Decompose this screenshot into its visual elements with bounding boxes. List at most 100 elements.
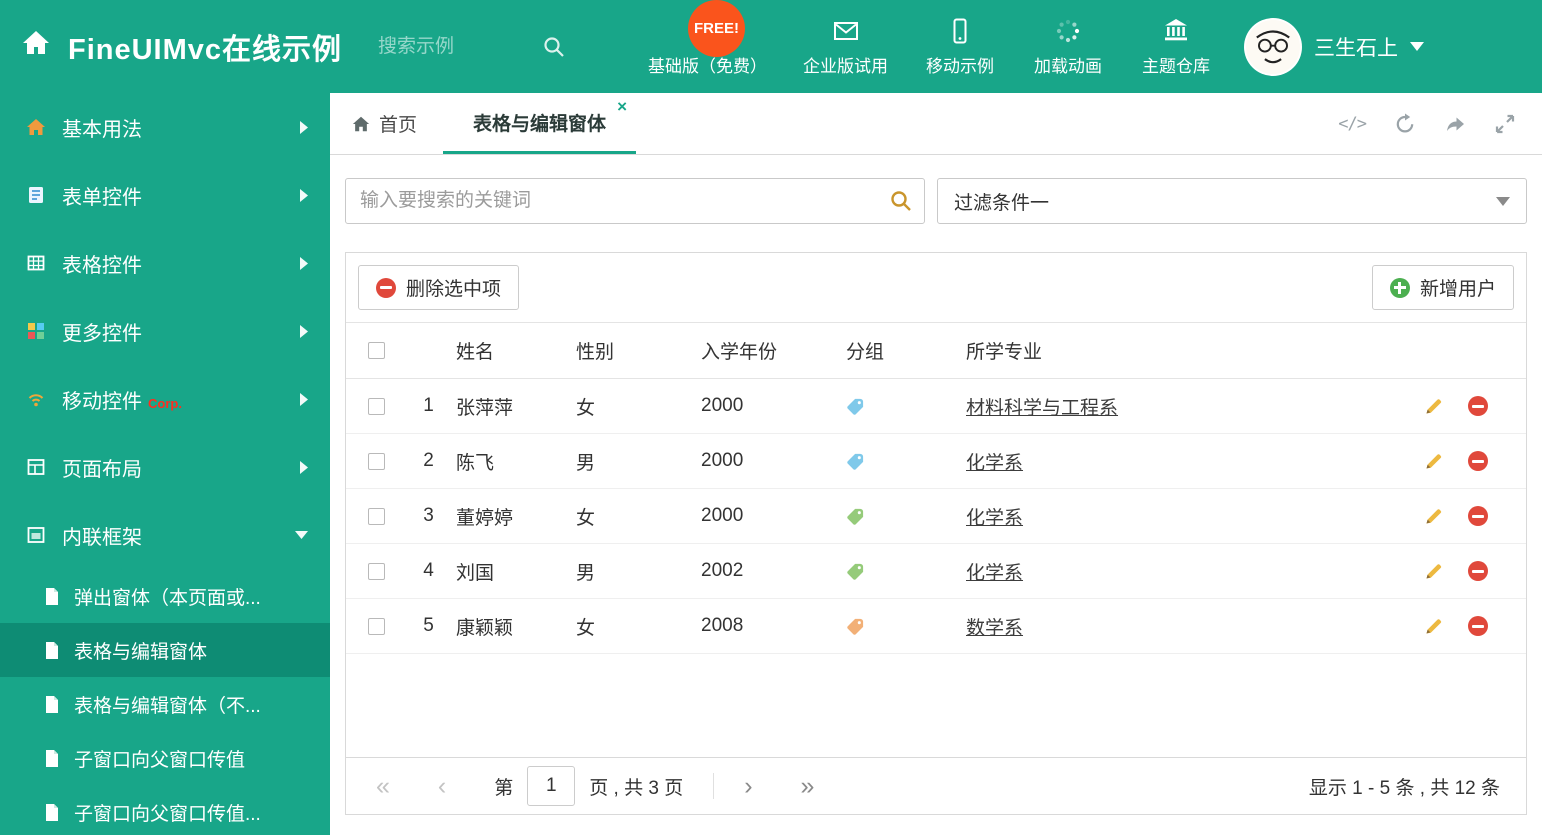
table-row[interactable]: 3 董婷婷 女 2000 化学系 [346, 489, 1526, 544]
select-all-checkbox[interactable] [367, 342, 385, 359]
edit-icon[interactable] [1424, 561, 1444, 581]
keyword-input[interactable] [345, 178, 925, 224]
edit-icon[interactable] [1424, 616, 1444, 636]
delete-icon[interactable] [1468, 451, 1488, 471]
edit-icon[interactable] [1424, 451, 1444, 471]
brand[interactable]: FineUIMvc在线示例 [0, 26, 342, 68]
sidebar-item-grid-controls[interactable]: 表格控件 [0, 229, 330, 297]
edit-icon[interactable] [1424, 396, 1444, 416]
cell-year: 2002 [701, 560, 744, 581]
chevron-right-icon [300, 120, 308, 134]
row-checkbox[interactable] [367, 562, 385, 580]
code-icon[interactable]: </> [1338, 114, 1367, 134]
file-icon [44, 587, 60, 606]
table-row[interactable]: 5 康颖颖 女 2008 数学系 [346, 599, 1526, 654]
row-checkbox[interactable] [367, 617, 385, 635]
table-row[interactable]: 2 陈飞 男 2000 化学系 [346, 434, 1526, 489]
table-row[interactable]: 1 张萍萍 女 2000 材料科学与工程系 [346, 379, 1526, 434]
close-icon[interactable]: × [617, 98, 627, 115]
row-checkbox[interactable] [367, 507, 385, 525]
main-content: 首页 表格与编辑窗体 × </> 输入要搜索的关键词 过滤条件一 删除选中项 新… [330, 93, 1542, 835]
table-row[interactable]: 4 刘国 男 2002 化学系 [346, 544, 1526, 599]
header-search-input[interactable] [376, 34, 527, 59]
share-icon[interactable] [1444, 113, 1466, 135]
cell-name: 陈飞 [456, 452, 495, 474]
sidebar-subitem-grid-edit-window-alt[interactable]: 表格与编辑窗体（不... [0, 677, 330, 731]
row-number: 5 [423, 615, 434, 636]
search-icon[interactable] [542, 35, 566, 59]
column-header-name: 姓名 [456, 342, 495, 363]
page-prefix-label: 第 [494, 777, 514, 799]
delete-icon[interactable] [1468, 396, 1488, 416]
sidebar-item-basic-usage[interactable]: 基本用法 [0, 93, 330, 161]
sidebar-item-label: 表单控件 [62, 186, 142, 209]
sidebar-item-page-layout[interactable]: 页面布局 [0, 433, 330, 501]
delete-icon[interactable] [1468, 561, 1488, 581]
nav-label: 企业版试用 [803, 56, 889, 76]
header-search [376, 34, 576, 59]
row-checkbox[interactable] [367, 452, 385, 470]
sidebar-item-inline-frame[interactable]: 内联框架 [0, 501, 330, 569]
tab-home[interactable]: 首页 [330, 93, 443, 154]
file-icon [44, 749, 60, 768]
nav-item-enterprise-trial[interactable]: 企业版试用 [803, 17, 888, 77]
column-header-group: 分组 [846, 342, 885, 363]
corp-badge: Corp. [148, 395, 182, 411]
bank-icon [1162, 17, 1190, 45]
chevron-down-icon [1496, 196, 1510, 206]
nav-label: 加载动画 [1034, 56, 1103, 76]
row-number: 3 [423, 505, 434, 526]
cell-name: 康颖颖 [456, 617, 514, 639]
nav-item-mobile-demo[interactable]: 移动示例 [924, 17, 996, 77]
delete-icon[interactable] [1468, 506, 1488, 526]
search-trigger-icon[interactable] [889, 189, 913, 213]
delete-icon[interactable] [1468, 616, 1488, 636]
chevron-right-icon [300, 392, 308, 406]
refresh-icon[interactable] [1394, 113, 1416, 135]
last-page-icon[interactable]: » [801, 773, 815, 799]
sidebar-subitem-label: 表格与编辑窗体（不... [74, 695, 261, 717]
plus-icon [1389, 277, 1410, 298]
tag-icon [841, 617, 961, 636]
sidebar-item-label: 内联框架 [62, 526, 142, 549]
user-menu[interactable]: 三生石上 [1244, 17, 1425, 76]
sidebar-subitem-label: 子窗口向父窗口传值... [74, 803, 261, 825]
page-number-input[interactable] [527, 766, 576, 806]
tab-grid-edit-window[interactable]: 表格与编辑窗体 × [443, 93, 637, 154]
sidebar-item-mobile-controls[interactable]: 移动控件 Corp. [0, 365, 330, 433]
row-checkbox[interactable] [367, 397, 385, 415]
first-page-icon[interactable]: « [376, 773, 390, 799]
delete-button-label: 删除选中项 [406, 279, 502, 300]
major-link[interactable]: 化学系 [966, 453, 1023, 474]
app-title: FineUIMvc在线示例 [68, 33, 343, 66]
prev-page-icon[interactable]: ‹ [438, 773, 446, 799]
nav-item-theme-repo[interactable]: 主题仓库 [1140, 17, 1212, 77]
sidebar-subitem-child-to-parent-alt[interactable]: 子窗口向父窗口传值... [0, 785, 330, 835]
nav-label: 主题仓库 [1142, 56, 1211, 76]
column-header-major: 所学专业 [966, 342, 1043, 363]
major-link[interactable]: 化学系 [966, 563, 1023, 584]
file-icon [44, 803, 60, 822]
filter-dropdown[interactable]: 过滤条件一 [937, 178, 1527, 224]
envelope-icon [832, 17, 860, 45]
add-user-button[interactable]: 新增用户 [1371, 265, 1514, 310]
next-page-icon[interactable]: › [744, 773, 752, 799]
sidebar-item-label: 基本用法 [62, 118, 142, 141]
sidebar-item-more-controls[interactable]: 更多控件 [0, 297, 330, 365]
home-small-icon [26, 117, 46, 137]
sidebar-subitem-child-to-parent[interactable]: 子窗口向父窗口传值 [0, 731, 330, 785]
major-link[interactable]: 数学系 [966, 618, 1023, 639]
major-link[interactable]: 化学系 [966, 508, 1023, 529]
sidebar: 基本用法 表单控件 表格控件 更多控件 移动控件 Corp. 页面布局 内联框架… [0, 93, 330, 835]
expand-icon[interactable] [1494, 113, 1516, 135]
sidebar-subitem-popup-window[interactable]: 弹出窗体（本页面或... [0, 569, 330, 623]
edit-icon[interactable] [1424, 506, 1444, 526]
pagination-bar: « ‹ 第 页 , 共 3 页 › » 显示 1 - 5 条 , 共 12 条 [346, 757, 1526, 814]
sidebar-item-form-controls[interactable]: 表单控件 [0, 161, 330, 229]
cell-year: 2000 [701, 505, 744, 526]
column-header-year: 入学年份 [701, 342, 778, 363]
major-link[interactable]: 材料科学与工程系 [966, 398, 1118, 419]
delete-selected-button[interactable]: 删除选中项 [358, 265, 520, 310]
sidebar-subitem-grid-edit-window[interactable]: 表格与编辑窗体 [0, 623, 330, 677]
nav-item-loading-animation[interactable]: 加载动画 [1032, 17, 1104, 77]
